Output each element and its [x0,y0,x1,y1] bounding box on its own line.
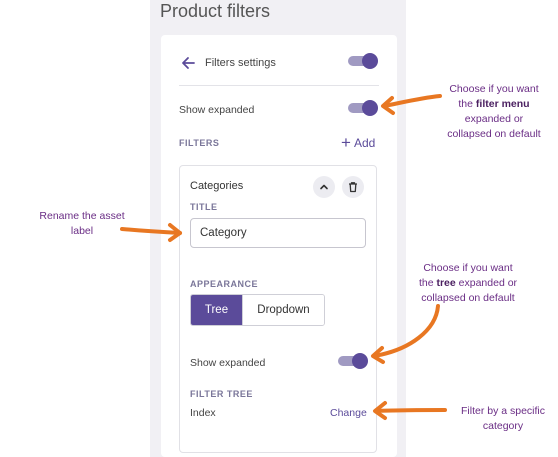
arrow-rename [120,227,182,235]
annotation-arrows [120,94,447,420]
arrow-category [374,408,447,413]
